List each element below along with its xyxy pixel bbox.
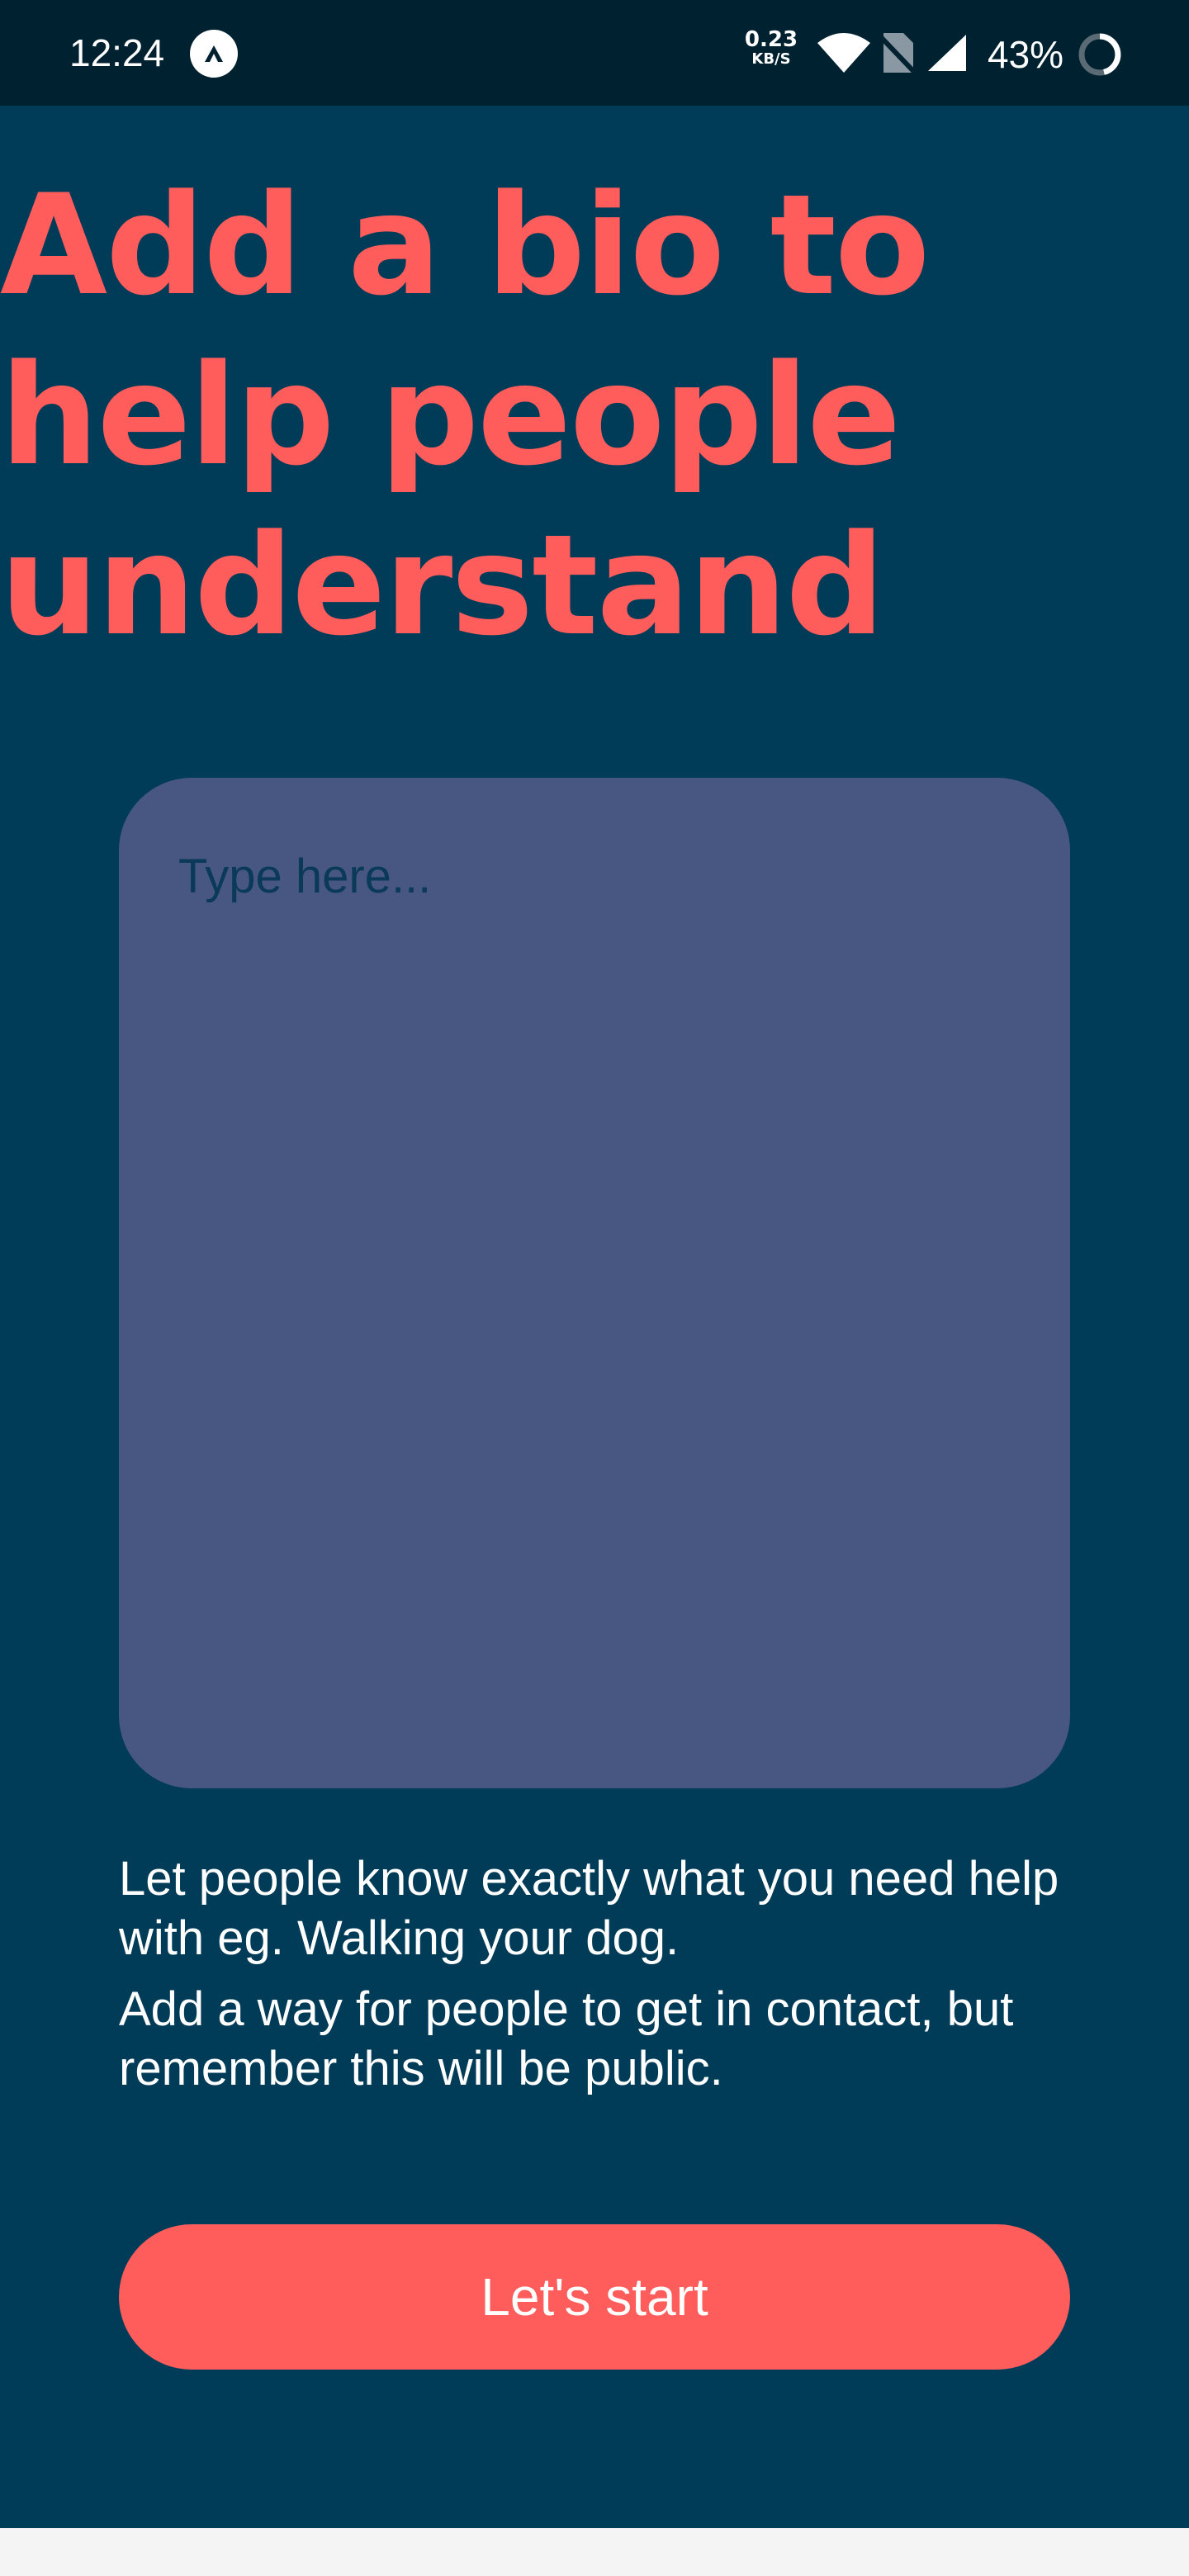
network-speed: 0.23 KB/S [743,28,799,68]
wifi-icon [817,33,870,73]
network-speed-value: 0.23 [744,27,798,52]
lets-start-button[interactable]: Let's start [119,2224,1070,2370]
status-bar: 12:24 0.23 KB/S 43% [0,0,1189,106]
status-time: 12:24 [69,31,165,74]
no-sim-icon [879,32,915,74]
battery-ring-icon [1078,33,1121,76]
expo-caret-icon [190,30,238,78]
bio-input-container[interactable] [119,778,1070,1788]
system-nav-area [0,2528,1189,2576]
help-text-contact: Add a way for people to get in contact, … [119,1982,1014,2095]
bio-screen: Add a bio to help people understand Let … [0,106,1189,2528]
network-speed-unit: KB/S [751,50,791,68]
cell-signal-icon [928,35,966,71]
battery-percent: 43% [988,33,1064,76]
page-title: Add a bio to help people understand [0,164,930,666]
help-text-need: Let people know exactly what you need he… [119,1852,1059,1965]
bio-input[interactable] [178,847,1004,1722]
